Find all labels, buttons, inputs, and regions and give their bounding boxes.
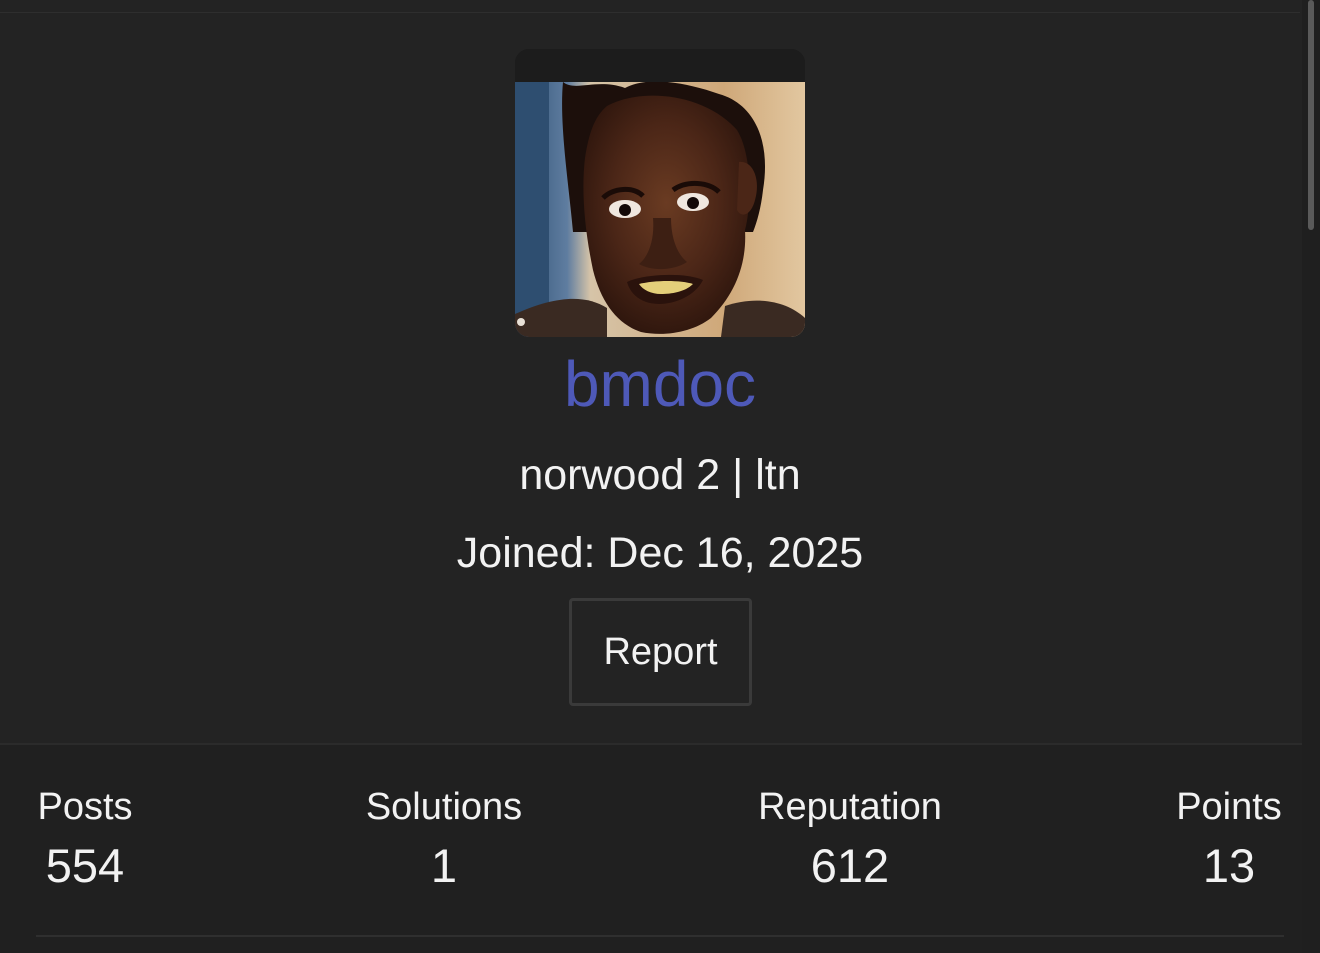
stat-label: Posts	[37, 786, 133, 828]
stat-points[interactable]: Points 13	[1173, 785, 1285, 893]
stat-value: 612	[810, 839, 890, 892]
stat-label: Solutions	[365, 786, 523, 828]
profile-page: bmdoc norwood 2 | ltn Joined: Dec 16, 20…	[0, 0, 1320, 953]
stats-bottom-divider	[36, 935, 1284, 937]
stat-value: 1	[430, 839, 458, 892]
stats-bar: Posts 554 Solutions 1 Reputation 612 Poi…	[0, 743, 1320, 953]
user-title: norwood 2 | ltn	[519, 451, 801, 499]
joined-date-row: Joined: Dec 16, 2025	[0, 528, 1320, 578]
avatar-top-bar	[515, 49, 805, 82]
scrollbar[interactable]	[1302, 0, 1320, 953]
stat-reputation[interactable]: Reputation 612	[754, 785, 946, 893]
stat-value: 13	[1202, 839, 1256, 892]
joined-label: Joined:	[456, 529, 608, 577]
stat-value: 554	[45, 839, 125, 892]
scrollbar-thumb[interactable]	[1308, 0, 1314, 230]
username-link[interactable]: bmdoc	[0, 348, 1320, 420]
stat-solutions[interactable]: Solutions 1	[362, 785, 526, 893]
avatar[interactable]	[515, 49, 805, 337]
stat-label: Points	[1176, 786, 1282, 828]
stat-label: Reputation	[758, 786, 942, 828]
joined-date: Dec 16, 2025	[607, 529, 864, 577]
avatar-image	[515, 82, 805, 337]
report-button[interactable]: Report	[569, 598, 752, 706]
stat-posts[interactable]: Posts 554	[35, 785, 135, 893]
profile-card: bmdoc norwood 2 | ltn Joined: Dec 16, 20…	[0, 0, 1320, 742]
